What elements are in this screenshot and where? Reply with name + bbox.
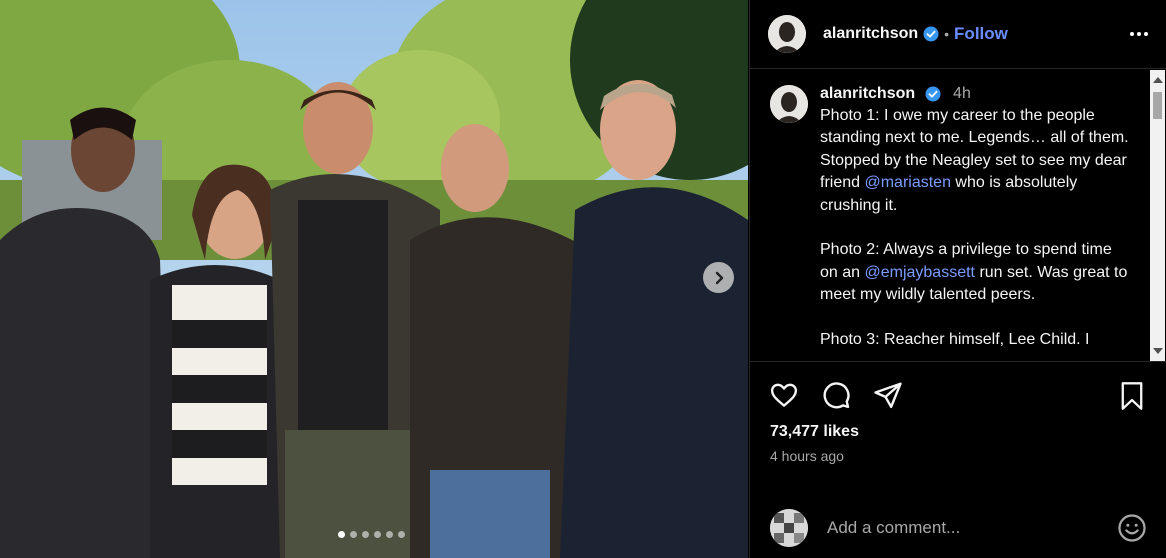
comment-icon[interactable] [821,380,851,410]
caption: alanritchson 4h Photo 1: I owe my career… [770,85,1130,361]
bookmark-icon[interactable] [1119,381,1145,411]
caption-paragraph: Photo 3: Reacher himself, Lee Child. I [820,329,1130,351]
carousel-dot [386,531,393,538]
heart-icon[interactable] [769,380,799,410]
avatar-image [768,15,806,53]
emoji-icon[interactable] [1117,513,1147,543]
caption-text: Photo 1: I owe my career to the people s… [820,105,1130,351]
caption-author-avatar[interactable] [770,85,808,123]
post-details-panel: alanritchson • Follow alanritchson 4h Ph… [749,0,1166,558]
separator-dot: • [944,26,950,42]
author-username[interactable]: alanritchson [823,25,918,43]
scroll-thumb[interactable] [1153,92,1162,119]
avatar-image [770,85,808,123]
caption-paragraph: Photo 2: Always a privilege to spend tim… [820,239,1130,306]
carousel-dot [362,531,369,538]
chevron-right-icon [715,271,723,284]
action-icons [769,380,903,410]
likes-count[interactable]: 73,477 likes [770,423,859,441]
avatar-image [770,509,808,547]
more-options-icon[interactable] [1130,32,1148,36]
caption-scrollbar[interactable] [1150,70,1165,361]
comment-input[interactable] [827,518,1109,538]
current-user-avatar[interactable] [770,509,808,547]
carousel-dot [350,531,357,538]
scroll-up-arrow-icon[interactable] [1153,77,1163,83]
verified-badge-icon [925,86,941,102]
caption-body: alanritchson 4h Photo 1: I owe my career… [820,85,1130,361]
post-actions: 73,477 likes 4 hours ago [750,361,1166,498]
carousel-dot [374,531,381,538]
caption-meta: alanritchson 4h [820,85,1130,103]
post-header: alanritchson • Follow [750,0,1166,69]
carousel-dot [398,531,405,538]
post-photo[interactable] [0,0,748,558]
mention-link[interactable]: @mariasten [864,174,951,191]
carousel-indicator [338,531,405,538]
caption-time: 4h [953,85,971,102]
scroll-down-arrow-icon[interactable] [1153,348,1163,354]
comment-composer [750,498,1166,558]
caption-scroll-area[interactable]: alanritchson 4h Photo 1: I owe my career… [750,70,1166,361]
caption-text-segment: Photo 3: Reacher himself, Lee Child. I [820,331,1090,349]
caption-paragraph: Photo 1: I owe my career to the people s… [820,105,1130,217]
author-avatar[interactable] [768,15,806,53]
follow-button[interactable]: Follow [954,24,1008,44]
share-icon[interactable] [873,380,903,410]
carousel-dot [338,531,345,538]
next-photo-button[interactable] [703,262,734,293]
group-photo-image [0,0,748,558]
mention-link[interactable]: @emjaybassett [864,264,975,281]
post-timestamp[interactable]: 4 hours ago [770,448,844,464]
caption-username[interactable]: alanritchson [820,85,915,102]
verified-badge-icon [923,26,939,42]
